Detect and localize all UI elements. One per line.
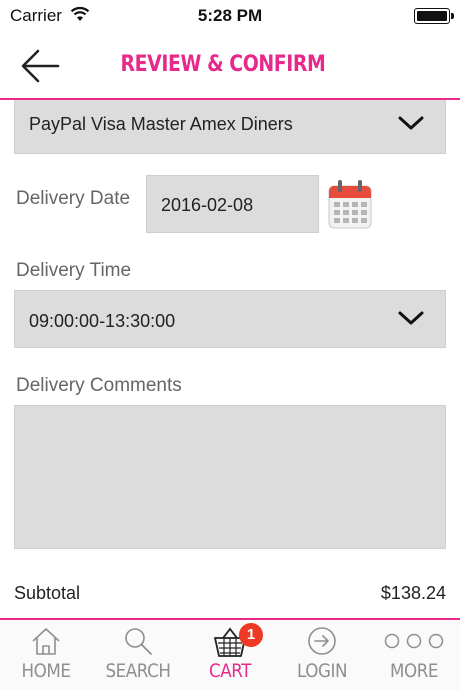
status-time: 5:28 PM bbox=[197, 6, 263, 25]
status-bar: Carrier 5:28 PM bbox=[0, 0, 460, 30]
delivery-time-select[interactable]: 09:00:00-13:30:00 bbox=[14, 290, 446, 348]
delivery-comments-label: Delivery Comments bbox=[16, 375, 182, 396]
delivery-date-input[interactable]: 2016-02-08 bbox=[146, 175, 319, 233]
checkout-form[interactable]: PayPal Visa Master Amex Diners Delivery … bbox=[0, 100, 460, 618]
chevron-down-icon bbox=[398, 116, 424, 130]
subtotal-amount: $138.24 bbox=[380, 583, 446, 603]
tab-home-label: HOME bbox=[21, 660, 71, 682]
tab-cart-label: CART bbox=[209, 660, 251, 682]
delivery-time-value: 09:00:00-13:30:00 bbox=[29, 311, 176, 331]
tab-more-label: MORE bbox=[389, 660, 439, 682]
delivery-time-label: Delivery Time bbox=[16, 260, 132, 281]
search-icon bbox=[125, 628, 152, 655]
tab-home[interactable]: HOME bbox=[0, 620, 92, 690]
tab-cart[interactable]: 1 CART bbox=[184, 620, 276, 690]
chevron-down-icon bbox=[398, 311, 424, 325]
tab-search[interactable]: SEARCH bbox=[92, 620, 184, 690]
payment-method-value: PayPal Visa Master Amex Diners bbox=[29, 114, 293, 134]
tab-login[interactable]: LOGIN bbox=[276, 620, 368, 690]
subtotal-row: Subtotal $138.24 bbox=[14, 583, 446, 604]
calendar-icon[interactable] bbox=[328, 178, 372, 230]
tab-search-label: SEARCH bbox=[105, 660, 171, 682]
delivery-date-label: Delivery Date bbox=[16, 188, 131, 209]
header: REVIEW & CONFIRM bbox=[0, 30, 460, 100]
payment-method-select[interactable]: PayPal Visa Master Amex Diners bbox=[14, 100, 446, 154]
delivery-comments-textarea[interactable] bbox=[14, 405, 446, 549]
battery-icon bbox=[414, 8, 454, 24]
more-icon bbox=[384, 633, 444, 649]
tab-bar: HOME SEARCH 1 CART LOGIN MORE bbox=[0, 618, 460, 690]
tab-more[interactable]: MORE bbox=[368, 620, 460, 690]
tab-login-label: LOGIN bbox=[296, 660, 348, 682]
login-icon bbox=[308, 627, 336, 655]
page-title: REVIEW & CONFIRM bbox=[120, 52, 326, 77]
cart-badge: 1 bbox=[239, 623, 263, 647]
subtotal-label: Subtotal bbox=[14, 583, 81, 603]
home-icon bbox=[32, 628, 60, 655]
